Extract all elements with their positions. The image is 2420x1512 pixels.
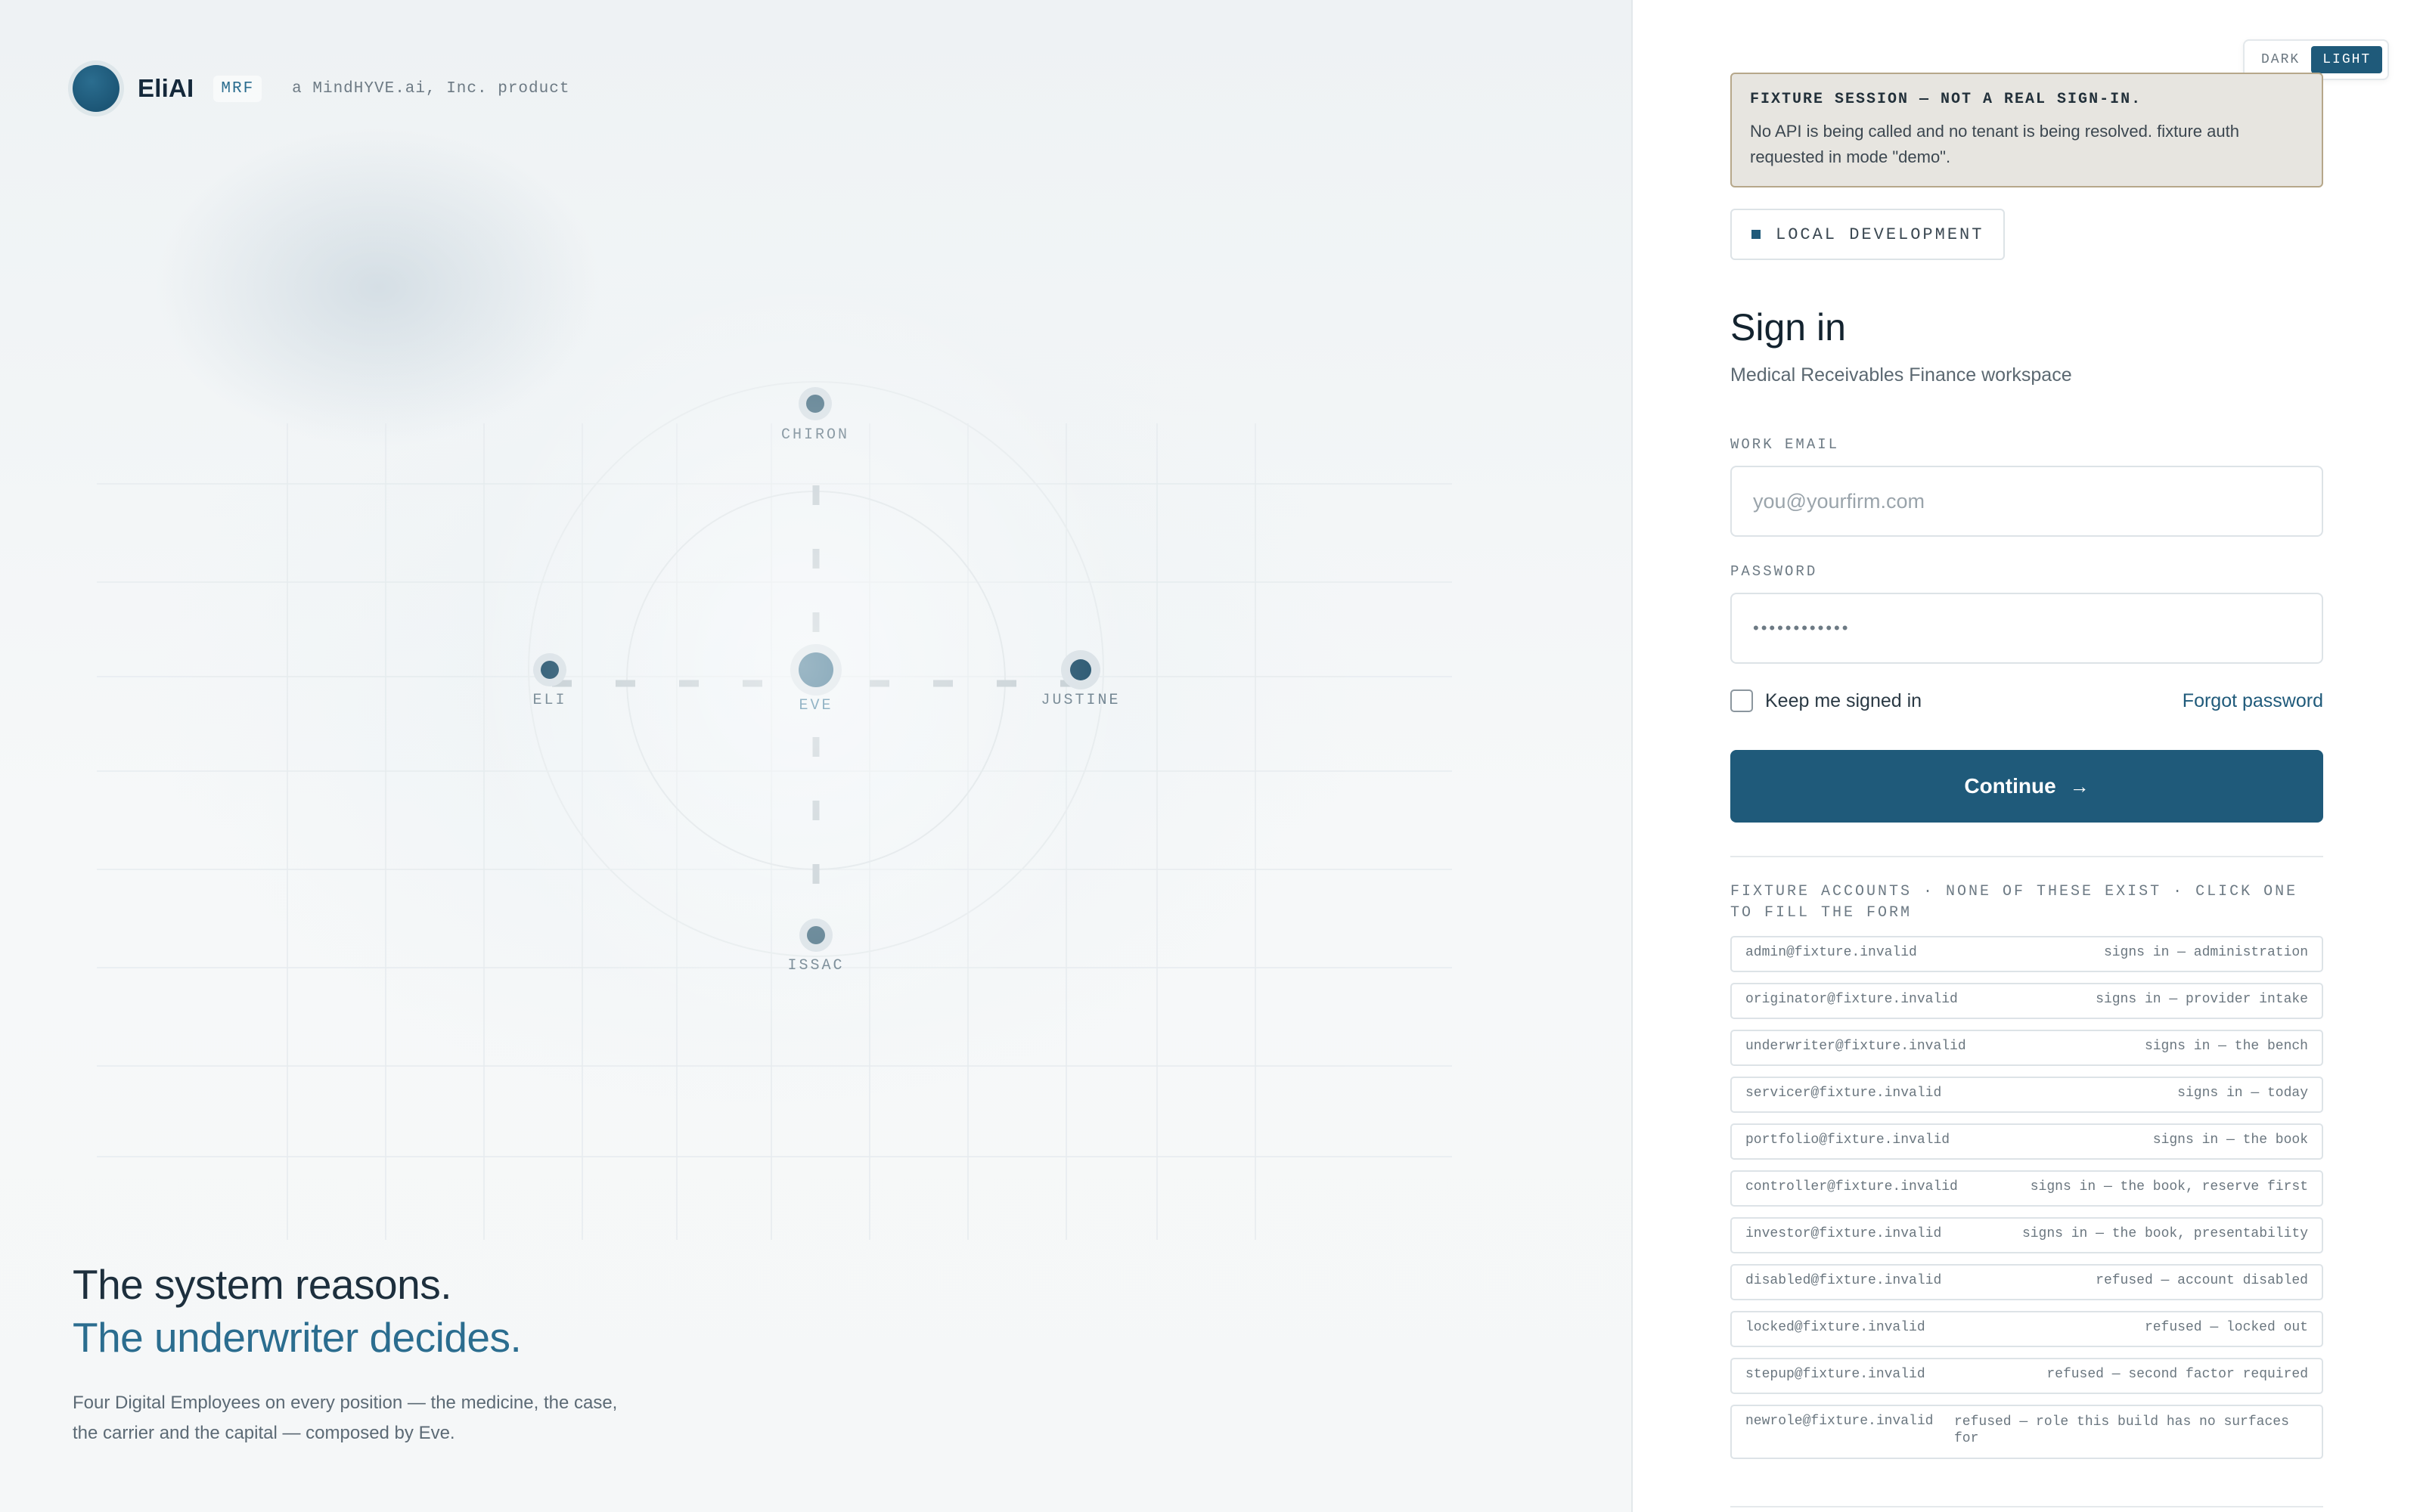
arrow-right-icon: →: [2069, 774, 2090, 798]
brand-logo-icon: [73, 65, 119, 112]
hero-panel: CHIRON ELI EVE JUSTINE ISSAC EliAI MRF a…: [0, 0, 1632, 1512]
hero-tagline: The system reasons. The underwriter deci…: [73, 1258, 632, 1448]
node-justine[interactable]: [1061, 650, 1100, 689]
fixture-account-row[interactable]: newrole@fixture.invalid refused — role t…: [1730, 1405, 2323, 1459]
fixture-account-row[interactable]: underwriter@fixture.invalid signs in — t…: [1730, 1030, 2323, 1066]
fixture-accounts-list: admin@fixture.invalid signs in — adminis…: [1730, 936, 2323, 1470]
remember-me[interactable]: Keep me signed in: [1730, 689, 1922, 712]
account-email: locked@fixture.invalid: [1745, 1320, 1925, 1335]
node-label-justine: JUSTINE: [1041, 692, 1121, 709]
fixture-session-alert: FIXTURE SESSION — NOT A REAL SIGN-IN. No…: [1730, 73, 2323, 187]
account-description: refused — role this build has no surface…: [1954, 1414, 2289, 1446]
node-label-eli: ELI: [532, 692, 567, 709]
account-email: newrole@fixture.invalid: [1745, 1414, 1934, 1429]
node-label-eve: EVE: [799, 697, 833, 714]
remember-label[interactable]: Keep me signed in: [1765, 690, 1922, 712]
account-email: investor@fixture.invalid: [1745, 1226, 1942, 1241]
environment-label: LOCAL DEVELOPMENT: [1776, 225, 1984, 244]
email-field[interactable]: [1730, 466, 2323, 537]
account-description: signs in — today: [2177, 1086, 2308, 1101]
account-description: signs in — administration: [2103, 945, 2308, 960]
password-input[interactable]: [1753, 618, 2301, 638]
brand-name: EliAI: [138, 74, 194, 102]
fixture-account-row[interactable]: portfolio@fixture.invalid signs in — the…: [1730, 1123, 2323, 1160]
fixture-account-row[interactable]: controller@fixture.invalid signs in — th…: [1730, 1170, 2323, 1207]
environment-badge: LOCAL DEVELOPMENT: [1730, 209, 2006, 260]
hero-description: Four Digital Employees on every position…: [73, 1393, 618, 1443]
fixture-account-row[interactable]: admin@fixture.invalid signs in — adminis…: [1730, 936, 2323, 972]
password-field[interactable]: [1730, 593, 2323, 664]
fixture-account-row[interactable]: servicer@fixture.invalid signs in — toda…: [1730, 1077, 2323, 1113]
account-description: signs in — the book: [2152, 1132, 2308, 1148]
theme-dark-option[interactable]: DARK: [2250, 46, 2311, 73]
alert-body: No API is being called and no tenant is …: [1750, 122, 2239, 166]
account-email: stepup@fixture.invalid: [1745, 1367, 1925, 1382]
account-email: portfolio@fixture.invalid: [1745, 1132, 1950, 1148]
node-label-issac: ISSAC: [787, 957, 845, 974]
theme-light-option[interactable]: LIGHT: [2311, 46, 2383, 73]
fixture-account-row[interactable]: originator@fixture.invalid signs in — pr…: [1730, 983, 2323, 1019]
product-tag: MRF: [213, 75, 262, 102]
fixture-account-row[interactable]: investor@fixture.invalid signs in — the …: [1730, 1217, 2323, 1253]
password-label: PASSWORD: [1730, 563, 1818, 580]
account-description: signs in — the book, reserve first: [2030, 1179, 2308, 1194]
section-divider: [1730, 856, 2323, 857]
fixture-account-row[interactable]: locked@fixture.invalid refused — locked …: [1730, 1311, 2323, 1347]
page-subtitle: Medical Receivables Finance workspace: [1730, 364, 2072, 386]
fixture-accounts-heading: FIXTURE ACCOUNTS · NONE OF THESE EXIST ·…: [1730, 883, 2298, 922]
email-input[interactable]: [1753, 489, 2301, 513]
account-description: signs in — the book, presentability: [2021, 1226, 2308, 1241]
node-chiron[interactable]: [799, 387, 832, 420]
email-label: WORK EMAIL: [1730, 436, 1840, 453]
tagline-line-2: The underwriter decides.: [73, 1314, 522, 1361]
diagram-grid: [97, 423, 1452, 1240]
brand-header: EliAI MRF a MindHYVE.ai, Inc. product: [73, 65, 569, 112]
node-eve[interactable]: [790, 644, 842, 696]
brand-subtitle: a MindHYVE.ai, Inc. product: [292, 79, 570, 98]
account-description: refused — account disabled: [2096, 1273, 2308, 1288]
forgot-password-link[interactable]: Forgot password: [2175, 690, 2323, 712]
node-eli[interactable]: [533, 653, 566, 686]
node-label-chiron: CHIRON: [780, 426, 850, 444]
bottom-divider: [1730, 1506, 2323, 1507]
remember-checkbox[interactable]: [1730, 689, 1753, 712]
account-email: originator@fixture.invalid: [1745, 992, 1958, 1007]
account-description: signs in — provider intake: [2096, 992, 2308, 1007]
tagline-line-1: The system reasons.: [73, 1261, 451, 1308]
fixture-account-row[interactable]: disabled@fixture.invalid refused — accou…: [1730, 1264, 2323, 1300]
account-email: disabled@fixture.invalid: [1745, 1273, 1942, 1288]
environment-indicator-icon: [1751, 230, 1761, 239]
fixture-account-row[interactable]: stepup@fixture.invalid refused — second …: [1730, 1358, 2323, 1394]
account-email: admin@fixture.invalid: [1745, 945, 1917, 960]
account-description: signs in — the bench: [2144, 1039, 2308, 1054]
account-email: controller@fixture.invalid: [1745, 1179, 1958, 1194]
alert-title: FIXTURE SESSION — NOT A REAL SIGN-IN.: [1750, 91, 2142, 108]
account-description: refused — locked out: [2144, 1320, 2308, 1335]
account-email: servicer@fixture.invalid: [1745, 1086, 1942, 1101]
page-title: Sign in: [1730, 306, 1846, 349]
continue-label: Continue: [1964, 774, 2056, 798]
node-issac[interactable]: [799, 919, 833, 952]
continue-button[interactable]: Continue →: [1730, 750, 2323, 823]
account-email: underwriter@fixture.invalid: [1745, 1039, 1966, 1054]
account-description: refused — second factor required: [2046, 1367, 2308, 1382]
